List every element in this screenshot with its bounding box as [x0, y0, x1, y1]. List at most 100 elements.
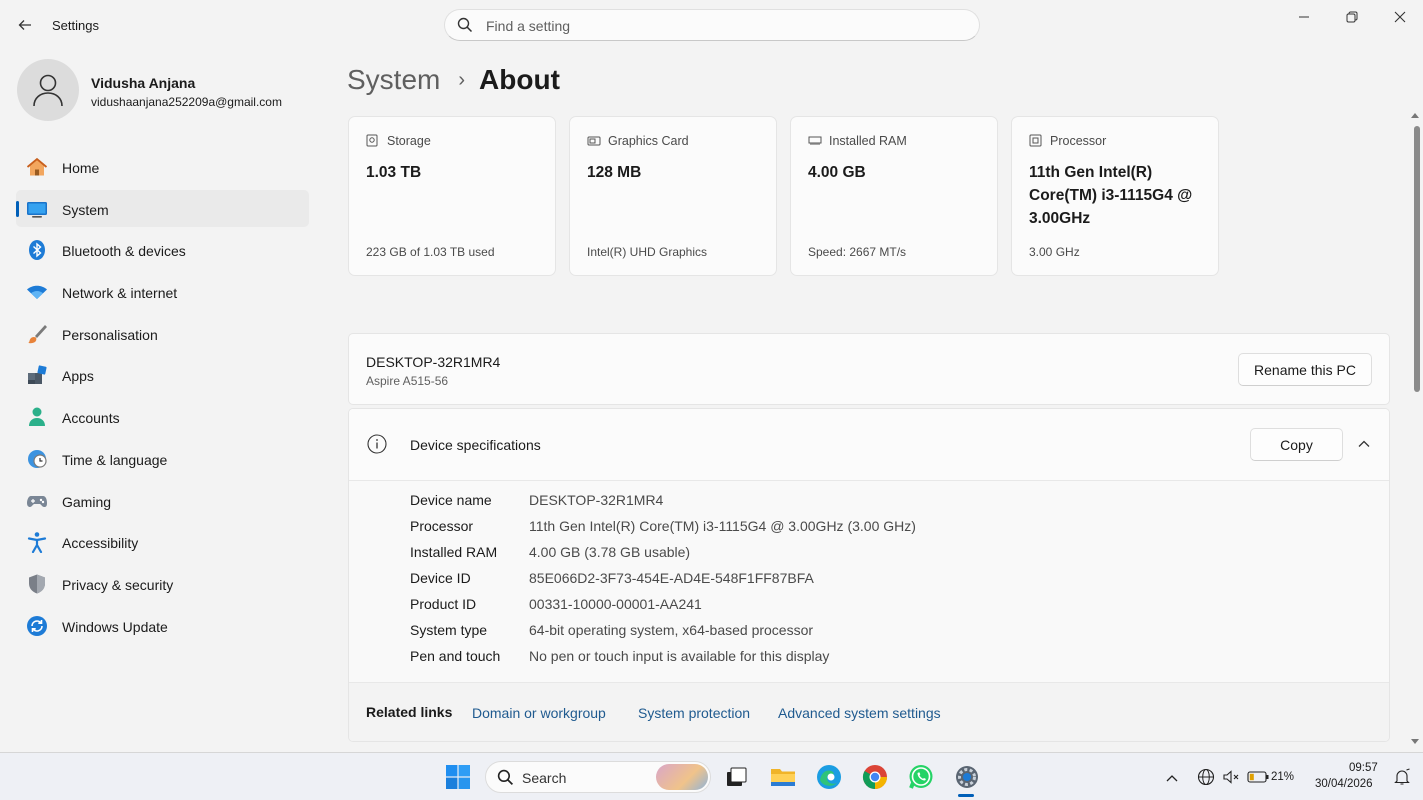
user-name: Vidusha Anjana — [91, 75, 196, 91]
sidebar-item-accessibility[interactable]: Accessibility — [16, 523, 309, 560]
breadcrumb: System › About — [347, 60, 560, 100]
rename-pc-button[interactable]: Rename this PC — [1238, 353, 1372, 386]
sidebar-item-label: Bluetooth & devices — [62, 243, 186, 260]
sidebar-item-time-language[interactable]: Time & language — [16, 440, 309, 477]
storage-card[interactable]: Storage 1.03 TB 223 GB of 1.03 TB used — [348, 116, 556, 276]
sidebar-item-label: Apps — [62, 368, 94, 385]
battery-percent: 21% — [1271, 771, 1295, 783]
clock-globe-icon — [26, 448, 48, 470]
user-email: vidushaanjana252209a@gmail.com — [91, 95, 282, 109]
card-subtitle: 3.00 GHz — [1029, 245, 1080, 259]
spec-value: 85E066D2-3F73-454E-AD4E-548F1FF87BFA — [529, 570, 814, 586]
app-title: Settings — [52, 18, 99, 33]
file-explorer-button[interactable] — [769, 763, 797, 791]
start-button[interactable] — [444, 763, 472, 791]
chrome-button[interactable] — [861, 763, 889, 791]
graphics-card-card[interactable]: Graphics Card 128 MB Intel(R) UHD Graphi… — [569, 116, 777, 276]
sidebar-nav: Home System Bluetooth & devices Network … — [16, 148, 309, 648]
avatar[interactable] — [17, 59, 79, 121]
breadcrumb-parent[interactable]: System — [347, 64, 440, 96]
card-value: 4.00 GB — [808, 164, 866, 181]
sidebar-item-label: System — [62, 201, 109, 218]
sidebar-item-label: Personalisation — [62, 326, 158, 343]
card-value: 1.03 TB — [366, 164, 422, 181]
sidebar-item-windows-update[interactable]: Windows Update — [16, 607, 309, 644]
close-button[interactable] — [1377, 6, 1423, 28]
sidebar-item-network[interactable]: Network & internet — [16, 273, 309, 310]
device-specifications-header[interactable]: Device specifications Copy — [349, 409, 1389, 481]
minimize-button[interactable] — [1281, 6, 1327, 28]
search-input[interactable]: Find a setting — [444, 9, 980, 41]
sidebar-item-label: Windows Update — [62, 618, 168, 635]
settings-taskbar-button[interactable] — [953, 763, 981, 791]
sidebar-item-label: Privacy & security — [62, 576, 174, 593]
folder-icon — [771, 769, 795, 786]
card-title: Processor — [1050, 134, 1107, 148]
edge-button[interactable] — [815, 763, 843, 791]
restore-icon — [1346, 11, 1358, 23]
spec-value: 00331-10000-00001-AA241 — [529, 596, 702, 612]
card-title: Graphics Card — [608, 134, 689, 148]
search-highlight-image — [656, 764, 708, 790]
volume-muted-icon[interactable] — [1222, 768, 1240, 791]
sidebar-item-personalisation[interactable]: Personalisation — [16, 315, 309, 352]
notification-bell-icon[interactable] — [1393, 768, 1411, 791]
page-title: About — [479, 64, 560, 95]
bluetooth-icon — [26, 239, 48, 261]
taskbar-search[interactable]: Search — [485, 761, 711, 793]
back-button[interactable] — [12, 12, 38, 38]
domain-or-workgroup-link[interactable]: Domain or workgroup — [472, 705, 606, 721]
pc-model: Aspire A515-56 — [366, 374, 449, 388]
chevron-up-icon[interactable] — [1357, 437, 1371, 456]
sidebar-item-system[interactable]: System — [16, 189, 309, 227]
accounts-icon — [26, 406, 48, 428]
chrome-icon — [862, 765, 887, 789]
installed-ram-card[interactable]: Installed RAM 4.00 GB Speed: 2667 MT/s — [790, 116, 998, 276]
brush-icon — [26, 323, 48, 345]
maximize-button[interactable] — [1329, 6, 1375, 28]
sidebar-item-home[interactable]: Home — [16, 148, 309, 185]
clock-date[interactable]: 30/04/2026 — [1315, 778, 1373, 790]
spec-key: Processor — [410, 518, 474, 534]
sidebar-item-gaming[interactable]: Gaming — [16, 482, 309, 519]
sidebar-item-label: Home — [62, 160, 100, 176]
taskbar-search-label: Search — [522, 770, 567, 786]
device-specifications-panel: Device specifications Copy Device name DE… — [348, 408, 1390, 742]
pc-name-panel: DESKTOP-32R1MR4 Aspire A515-56 Rename th… — [348, 333, 1390, 405]
copy-button[interactable]: Copy — [1250, 428, 1343, 461]
wifi-icon — [26, 281, 48, 303]
scrollbar-thumb[interactable] — [1414, 126, 1420, 392]
system-protection-link[interactable]: System protection — [638, 705, 750, 721]
sidebar-item-bluetooth[interactable]: Bluetooth & devices — [16, 231, 309, 268]
cpu-icon — [1029, 134, 1042, 152]
spec-value: 64-bit operating system, x64-based proce… — [529, 622, 814, 638]
card-title: Installed RAM — [829, 134, 907, 148]
windows-logo-icon — [446, 765, 470, 789]
clock-time[interactable]: 09:57 — [1349, 762, 1378, 774]
accessibility-icon — [26, 531, 48, 554]
card-value: 128 MB — [587, 164, 642, 181]
running-indicator — [958, 794, 974, 797]
whatsapp-icon — [909, 765, 933, 789]
card-subtitle: Intel(R) UHD Graphics — [587, 245, 708, 259]
back-arrow-icon — [18, 20, 31, 30]
network-globe-icon[interactable] — [1197, 768, 1215, 791]
search-icon — [457, 17, 473, 38]
chevron-right-icon: › — [458, 68, 466, 91]
chevron-up-icon[interactable] — [1165, 770, 1179, 788]
whatsapp-button[interactable] — [907, 763, 935, 791]
spec-key: Pen and touch — [410, 648, 501, 664]
sidebar-item-accounts[interactable]: Accounts — [16, 398, 309, 435]
advanced-system-settings-link[interactable]: Advanced system settings — [778, 705, 941, 721]
spec-key: Device ID — [410, 570, 471, 586]
task-view-button[interactable] — [722, 763, 750, 791]
sidebar-item-privacy-security[interactable]: Privacy & security — [16, 565, 309, 602]
spec-value: No pen or touch input is available for t… — [529, 648, 830, 664]
sidebar-item-label: Gaming — [62, 493, 112, 510]
processor-card[interactable]: Processor 11th Gen Intel(R) Core(TM) i3-… — [1011, 116, 1219, 276]
user-icon — [33, 74, 63, 107]
spec-key: Device name — [410, 492, 492, 508]
battery-icon[interactable] — [1247, 770, 1269, 789]
storage-icon — [366, 134, 378, 152]
sidebar-item-apps[interactable]: Apps — [16, 356, 309, 393]
